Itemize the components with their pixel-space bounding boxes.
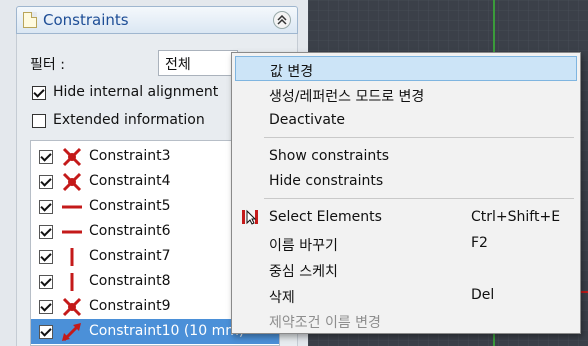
menu-item-rename[interactable]: 이름 바꾸기 F2 (235, 231, 577, 256)
check-icon (40, 250, 52, 262)
constraint-label: Constraint4 (89, 173, 171, 189)
hide-internal-alignment-label: Hide internal alignment (53, 84, 219, 100)
menu-item-label: Show constraints (269, 148, 390, 164)
check-icon (40, 300, 52, 312)
select-elements-icon (242, 209, 258, 225)
row-checkbox[interactable] (39, 175, 53, 189)
constraint-label: Constraint8 (89, 273, 171, 289)
menu-item-label: 제약조건 이름 변경 (269, 315, 381, 331)
menu-item-label: Select Elements (269, 209, 382, 225)
menu-item-shortcut: Ctrl+Shift+E (471, 209, 561, 225)
horizontal-icon (62, 230, 82, 234)
row-checkbox[interactable] (39, 150, 53, 164)
constraint-label: Constraint9 (89, 298, 171, 314)
check-icon (40, 175, 52, 187)
chevron-up-icon (277, 14, 287, 25)
extended-information-checkbox[interactable] (32, 114, 46, 128)
row-checkbox[interactable] (39, 275, 53, 289)
constraint-label: Constraint5 (89, 198, 171, 214)
constraint-label: Constraint3 (89, 148, 171, 164)
check-icon (40, 200, 52, 212)
menu-item-deactivate[interactable]: Deactivate (235, 108, 577, 133)
menu-item-label: 이름 바꾸기 (269, 238, 338, 254)
check-icon (33, 86, 45, 98)
context-menu: 값 변경 생성/레퍼런스 모드로 변경 Deactivate Show cons… (231, 52, 581, 334)
check-icon (40, 275, 52, 287)
coincident-icon (62, 297, 82, 317)
row-checkbox[interactable] (39, 325, 53, 339)
extended-information-label: Extended information (53, 112, 205, 128)
menu-item-label: Hide constraints (269, 173, 384, 189)
row-checkbox[interactable] (39, 225, 53, 239)
menu-item-show-constraints[interactable]: Show constraints (235, 144, 577, 169)
horizontal-icon (62, 205, 82, 209)
constraint-label: Constraint7 (89, 248, 171, 264)
menu-item-change-value[interactable]: 값 변경 (235, 56, 577, 81)
filter-select[interactable]: 전체 (158, 50, 238, 76)
panel-title: Constraints (43, 11, 129, 29)
menu-separator (264, 137, 574, 138)
row-checkbox[interactable] (39, 200, 53, 214)
hide-internal-alignment-checkbox[interactable] (32, 86, 46, 100)
constraint-label: Constraint10 (10 mm) (89, 323, 245, 339)
coincident-icon (62, 172, 82, 192)
vertical-icon (70, 248, 74, 266)
coincident-icon (62, 147, 82, 167)
document-icon (23, 12, 37, 28)
menu-item-rename-constraint: 제약조건 이름 변경 (235, 308, 577, 333)
collapse-button[interactable] (273, 11, 291, 29)
menu-separator (264, 198, 574, 199)
menu-item-hide-constraints[interactable]: Hide constraints (235, 169, 577, 194)
menu-item-shortcut: F2 (471, 235, 488, 251)
check-icon (40, 150, 52, 162)
menu-item-label: 생성/레퍼런스 모드로 변경 (269, 89, 425, 105)
menu-item-label: 중심 스케치 (269, 264, 338, 280)
menu-item-label: 값 변경 (270, 64, 314, 80)
constraint-label: Constraint6 (89, 223, 171, 239)
menu-item-select-elements[interactable]: Select Elements Ctrl+Shift+E (235, 205, 577, 230)
menu-item-center-sketch[interactable]: 중심 스케치 (235, 257, 577, 282)
check-icon (40, 325, 52, 337)
row-checkbox[interactable] (39, 250, 53, 264)
check-icon (40, 225, 52, 237)
menu-item-label: Deactivate (269, 112, 346, 128)
menu-item-label: 삭제 (269, 290, 295, 306)
vertical-icon (70, 273, 74, 291)
panel-header: Constraints (16, 6, 298, 34)
menu-item-delete[interactable]: 삭제 Del (235, 283, 577, 308)
menu-item-toggle-construction[interactable]: 생성/레퍼런스 모드로 변경 (235, 82, 577, 107)
row-checkbox[interactable] (39, 300, 53, 314)
menu-item-shortcut: Del (471, 287, 495, 303)
distance-icon (62, 323, 81, 342)
filter-label: 필터 : (30, 57, 65, 73)
